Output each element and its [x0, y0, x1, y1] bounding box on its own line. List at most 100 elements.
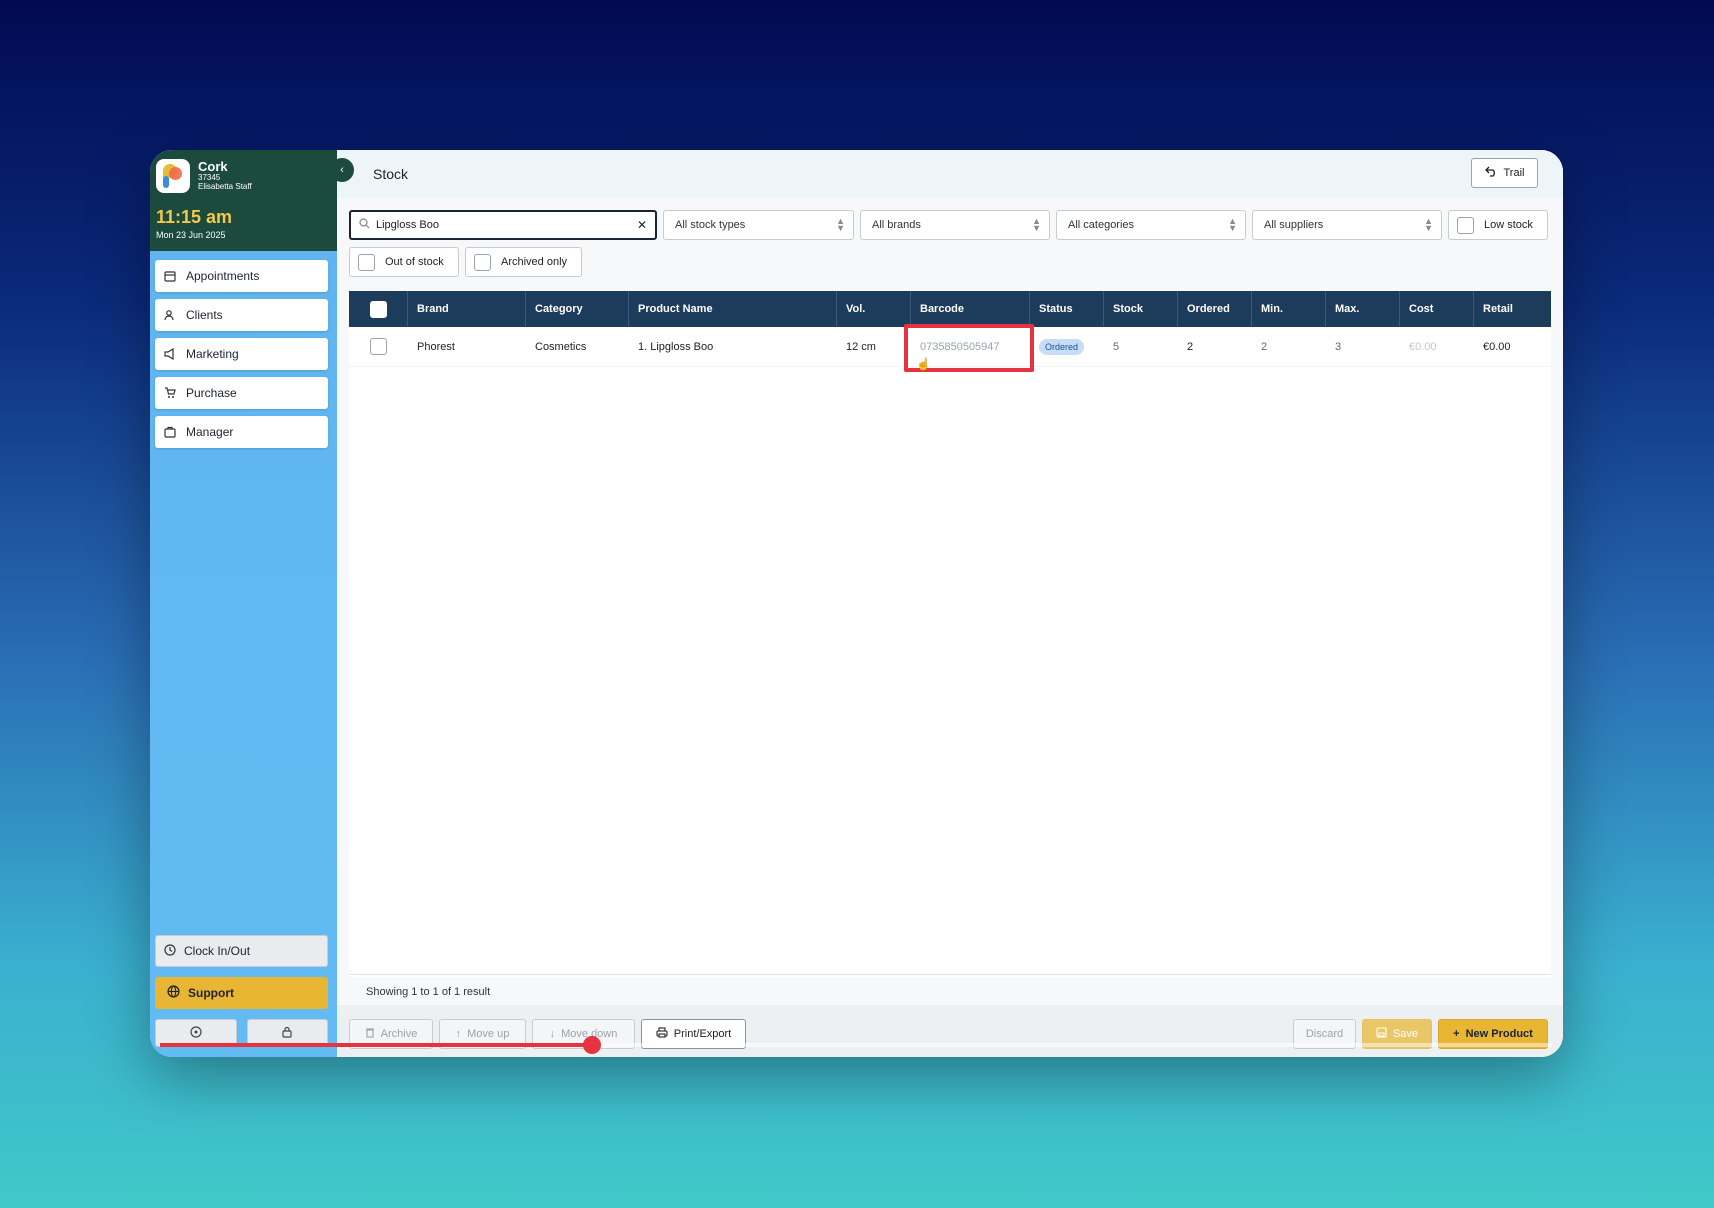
clock-icon — [164, 943, 176, 959]
cell-brand: Phorest — [417, 340, 455, 353]
row-select-cell — [349, 327, 408, 366]
printer-icon — [656, 1027, 668, 1041]
checkbox-box — [358, 253, 375, 271]
current-date: Mon 23 Jun 2025 — [156, 230, 226, 240]
sidebar-item-manager[interactable]: Manager — [155, 416, 328, 448]
sidebar-item-clients[interactable]: Clients — [155, 299, 328, 331]
cell-status: Ordered — [1030, 327, 1104, 366]
table-header: Brand Category Product Name Vol. Barcode… — [349, 291, 1551, 327]
sidebar-header: Cork 37345 Elisabetta Staff 11:15 am Mon… — [150, 150, 337, 251]
categories-value: All categories — [1068, 219, 1135, 231]
sidebar-nav: Appointments Clients Marketing Purchase — [155, 260, 328, 455]
app-logo — [156, 159, 190, 193]
cell-cost: €0.00 — [1409, 340, 1437, 353]
megaphone-icon — [163, 347, 177, 361]
lock-icon — [281, 1026, 293, 1041]
select-arrows-icon: ▲ ▼ — [836, 216, 845, 233]
column-header[interactable]: Max. — [1326, 291, 1400, 327]
sidebar-item-purchase[interactable]: Purchase — [155, 377, 328, 409]
clock-in-out-label: Clock In/Out — [184, 944, 251, 958]
out-of-stock-label: Out of stock — [385, 256, 444, 268]
suppliers-select[interactable]: All suppliers ▲ ▼ — [1252, 210, 1442, 240]
target-icon — [190, 1025, 202, 1041]
clear-search-icon[interactable]: ✕ — [637, 218, 647, 232]
cell-retail: €0.00 — [1483, 340, 1511, 353]
brands-select[interactable]: All brands ▲ ▼ — [860, 210, 1050, 240]
current-time: 11:15 am — [156, 207, 233, 227]
discard-label: Discard — [1305, 1028, 1344, 1040]
table-row[interactable]: Phorest Cosmetics 1. Lipgloss Boo 12 cm … — [349, 324, 1551, 372]
video-progress-bar[interactable] — [160, 1036, 1552, 1054]
search-icon — [359, 218, 370, 232]
video-scrubber-handle[interactable] — [582, 1036, 601, 1054]
action-bar: Archive ↑ Move up ↓ Move down Print/Expo… — [337, 1005, 1563, 1057]
row-checkbox[interactable] — [370, 338, 387, 355]
arrow-down-icon: ↓ — [549, 1028, 556, 1040]
column-header[interactable]: Barcode — [911, 291, 1030, 327]
pointer-cursor-icon: ☝ — [916, 357, 931, 371]
cell-min: 2 — [1261, 340, 1268, 353]
low-stock-checkbox[interactable]: Low stock — [1448, 210, 1548, 240]
arrow-up-icon: ↑ — [455, 1028, 462, 1040]
collapse-sidebar-button[interactable]: ‹ — [330, 158, 354, 182]
sidebar-item-label: Marketing — [186, 347, 239, 361]
suppliers-value: All suppliers — [1264, 219, 1324, 231]
location-name: Cork — [198, 159, 228, 174]
trail-button[interactable]: Trail — [1471, 158, 1538, 188]
search-input[interactable] — [376, 219, 626, 231]
out-of-stock-checkbox[interactable]: Out of stock — [349, 247, 459, 277]
checkbox-box — [1457, 216, 1474, 234]
column-header[interactable]: Min. — [1252, 291, 1326, 327]
column-header[interactable]: Retail — [1474, 291, 1548, 327]
select-arrows-icon: ▲ ▼ — [1424, 216, 1433, 233]
column-header[interactable]: Product Name — [629, 291, 837, 327]
select-all-checkbox[interactable] — [369, 300, 387, 318]
move-up-label: Move up — [467, 1028, 510, 1040]
support-button[interactable]: Support — [155, 977, 328, 1009]
select-arrows-icon: ▲ ▼ — [1032, 216, 1041, 233]
title-bar: Stock — [337, 150, 1563, 198]
sidebar-item-appointments[interactable]: Appointments — [155, 260, 328, 292]
column-header[interactable]: Category — [526, 291, 629, 327]
stock-types-select[interactable]: All stock types ▲ ▼ — [663, 210, 854, 240]
archive-label: Archive — [380, 1028, 418, 1040]
column-header[interactable]: Cost — [1400, 291, 1474, 327]
users-icon — [163, 308, 177, 322]
archived-only-checkbox[interactable]: Archived only — [465, 247, 582, 277]
sidebar-item-marketing[interactable]: Marketing — [155, 338, 328, 370]
categories-select[interactable]: All categories ▲ ▼ — [1056, 210, 1246, 240]
cell-stock: 5 — [1113, 340, 1120, 353]
new-product-label: New Product — [1465, 1028, 1533, 1040]
column-header[interactable]: Status — [1030, 291, 1104, 327]
cell-category: Cosmetics — [535, 340, 587, 353]
video-progress-played — [160, 1043, 592, 1047]
low-stock-label: Low stock — [1484, 219, 1533, 231]
cell-barcode[interactable]: 0735850505947 ☝ — [904, 324, 1034, 372]
column-header[interactable]: Vol. — [837, 291, 911, 327]
archived-only-label: Archived only — [501, 256, 568, 268]
search-field[interactable]: ✕ — [349, 210, 657, 240]
globe-icon — [167, 985, 180, 1001]
stock-table: Brand Category Product Name Vol. Barcode… — [349, 291, 1551, 977]
sidebar-item-label: Purchase — [186, 386, 237, 400]
main-content: Stock Trail ✕ All stock types ▲▼ All bra… — [337, 150, 1563, 1057]
cell-ordered: 2 — [1187, 340, 1194, 353]
brands-value: All brands — [872, 219, 921, 231]
staff-name: Elisabetta Staff — [198, 182, 252, 191]
cart-icon — [163, 386, 177, 400]
column-header[interactable]: Stock — [1104, 291, 1178, 327]
support-label: Support — [188, 986, 234, 1000]
clock-in-out-button[interactable]: Clock In/Out — [155, 935, 328, 967]
plus-icon: + — [1453, 1028, 1460, 1040]
location-info[interactable]: Cork 37345 Elisabetta Staff — [198, 160, 252, 191]
save-label: Save — [1392, 1028, 1419, 1040]
results-summary: Showing 1 to 1 of 1 result — [366, 986, 491, 998]
filter-bar: ✕ All stock types ▲▼ All brands ▲▼ All c… — [349, 210, 1551, 277]
cell-vol: 12 cm — [846, 340, 876, 353]
column-header[interactable]: Ordered — [1178, 291, 1252, 327]
footer-divider — [349, 974, 1551, 975]
cell-product-name[interactable]: 1. Lipgloss Boo — [629, 327, 837, 366]
trash-icon — [365, 1027, 375, 1041]
sidebar-item-label: Manager — [186, 425, 234, 439]
column-header[interactable]: Brand — [408, 291, 526, 327]
